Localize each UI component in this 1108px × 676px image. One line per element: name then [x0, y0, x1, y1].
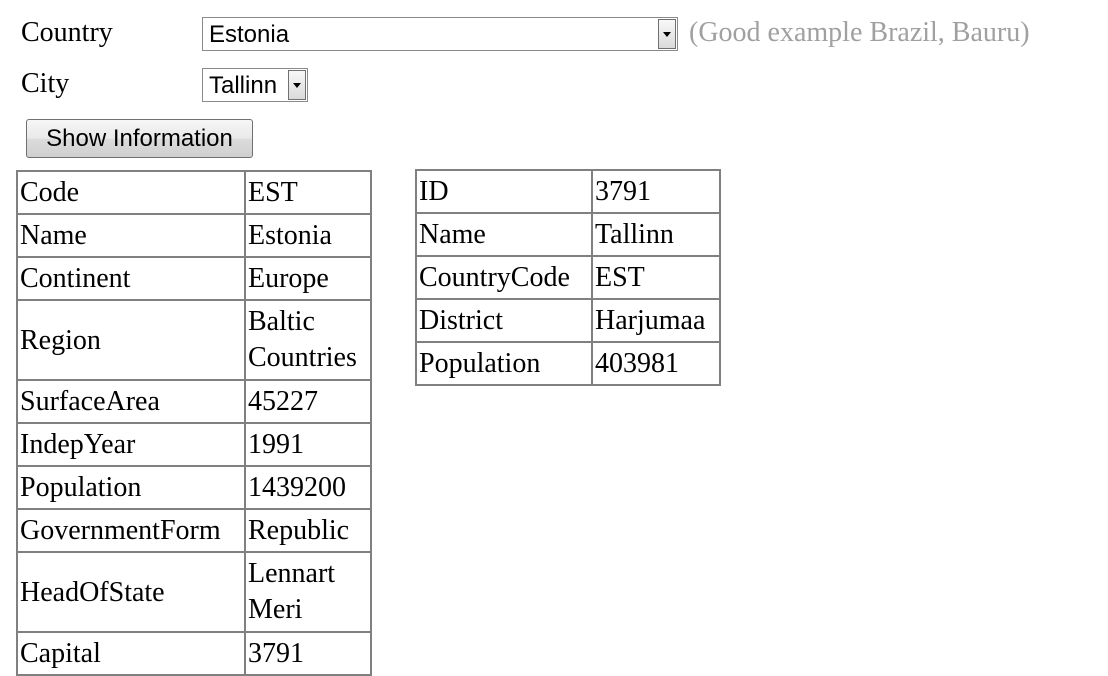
- table-row: Continent Europe: [17, 257, 371, 300]
- table-row: Name Estonia: [17, 214, 371, 257]
- table-row: IndepYear 1991: [17, 423, 371, 466]
- country-select-value: Estonia: [209, 21, 290, 48]
- country-field-value: EST: [245, 171, 371, 214]
- country-field-key: IndepYear: [17, 423, 245, 466]
- country-field-key: Name: [17, 214, 245, 257]
- country-field-value: Baltic Countries: [245, 300, 371, 380]
- country-label: Country: [21, 17, 113, 48]
- country-info-table: Code EST Name Estonia Continent Europe R…: [16, 170, 372, 676]
- city-field-value: Tallinn: [592, 213, 720, 256]
- city-info-table: ID 3791 Name Tallinn CountryCode EST Dis…: [415, 169, 721, 386]
- city-field-key: Population: [416, 342, 592, 385]
- table-row: Region Baltic Countries: [17, 300, 371, 380]
- table-row: ID 3791: [416, 170, 720, 213]
- country-field-key: Population: [17, 466, 245, 509]
- table-row: Name Tallinn: [416, 213, 720, 256]
- table-row: Capital 3791: [17, 632, 371, 675]
- city-field-key: District: [416, 299, 592, 342]
- example-hint: (Good example Brazil, Bauru): [689, 17, 1030, 48]
- table-row: District Harjumaa: [416, 299, 720, 342]
- city-field-value: 403981: [592, 342, 720, 385]
- country-field-key: Region: [17, 300, 245, 380]
- chevron-down-icon: [663, 32, 671, 37]
- city-select-value: Tallinn: [209, 72, 278, 99]
- city-field-value: EST: [592, 256, 720, 299]
- country-field-key: Capital: [17, 632, 245, 675]
- country-dropdown-button[interactable]: [658, 19, 676, 49]
- country-field-value: Republic: [245, 509, 371, 552]
- city-dropdown-button[interactable]: [288, 70, 306, 100]
- city-field-key: CountryCode: [416, 256, 592, 299]
- country-select[interactable]: Estonia: [202, 17, 678, 51]
- show-information-button[interactable]: Show Information: [26, 119, 253, 158]
- country-field-value: 1991: [245, 423, 371, 466]
- country-field-value: 1439200: [245, 466, 371, 509]
- country-field-value: 45227: [245, 380, 371, 423]
- country-field-key: HeadOfState: [17, 552, 245, 632]
- table-row: CountryCode EST: [416, 256, 720, 299]
- country-field-key: Code: [17, 171, 245, 214]
- city-select[interactable]: Tallinn: [202, 68, 308, 102]
- city-label: City: [21, 68, 70, 99]
- chevron-down-icon: [293, 83, 301, 88]
- city-field-key: Name: [416, 213, 592, 256]
- table-row: HeadOfState Lennart Meri: [17, 552, 371, 632]
- table-row: SurfaceArea 45227: [17, 380, 371, 423]
- country-field-value: Europe: [245, 257, 371, 300]
- country-field-key: SurfaceArea: [17, 380, 245, 423]
- city-field-key: ID: [416, 170, 592, 213]
- table-row: Population 1439200: [17, 466, 371, 509]
- city-field-value: Harjumaa: [592, 299, 720, 342]
- country-field-value: Estonia: [245, 214, 371, 257]
- country-field-value: 3791: [245, 632, 371, 675]
- country-field-value: Lennart Meri: [245, 552, 371, 632]
- table-row: Population 403981: [416, 342, 720, 385]
- table-row: GovernmentForm Republic: [17, 509, 371, 552]
- country-field-key: Continent: [17, 257, 245, 300]
- city-field-value: 3791: [592, 170, 720, 213]
- country-field-key: GovernmentForm: [17, 509, 245, 552]
- table-row: Code EST: [17, 171, 371, 214]
